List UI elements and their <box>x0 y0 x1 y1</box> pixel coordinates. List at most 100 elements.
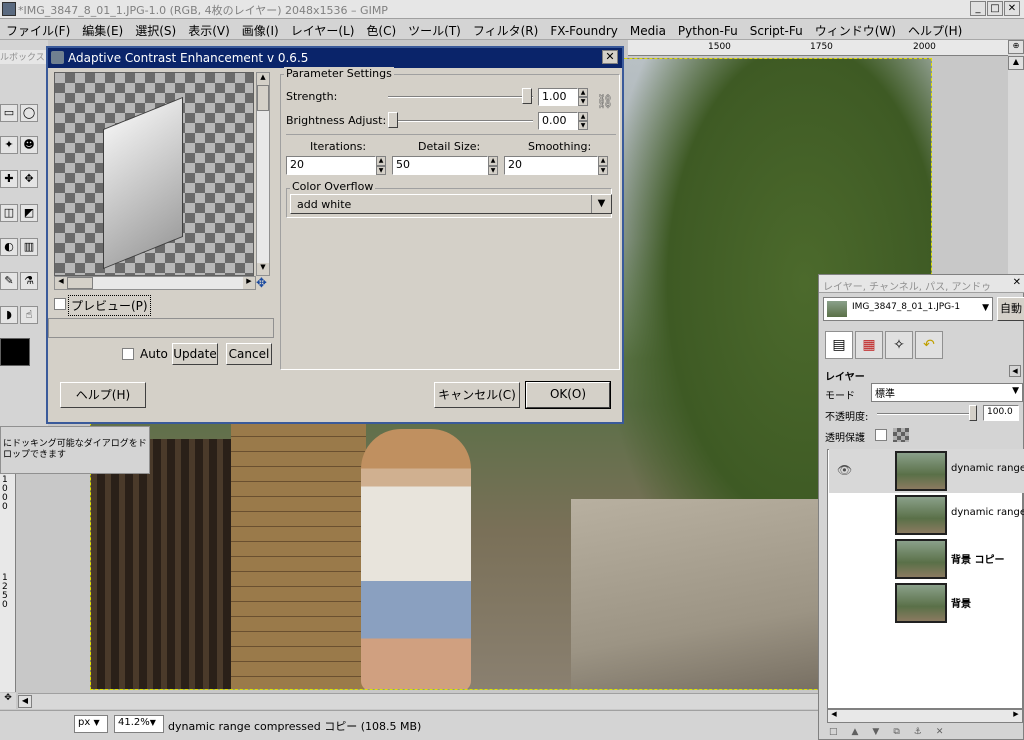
iterations-spin-up-icon[interactable]: ▲ <box>376 156 386 166</box>
blend-tool-icon[interactable]: ▥ <box>20 238 38 256</box>
rect-select-tool-icon[interactable]: ▭ <box>0 104 18 122</box>
smudge-tool-icon[interactable]: ☝ <box>20 306 38 324</box>
smoothing-spin-up-icon[interactable]: ▲ <box>598 156 608 166</box>
layer-actions-icons[interactable]: □▲▼⧉⚓✕ <box>829 727 1019 739</box>
chain-link-icon[interactable]: ⛓ <box>596 94 614 110</box>
preview-checkbox[interactable] <box>54 298 66 310</box>
image-select[interactable]: IMG_3847_8_01_1.JPG-1 ▼ <box>823 297 993 321</box>
opacity-slider-track[interactable] <box>877 413 977 415</box>
zoom-select[interactable]: 41.2%▼ <box>114 715 164 733</box>
move-tool-icon[interactable]: ✥ <box>20 170 38 188</box>
strength-slider-track[interactable] <box>388 96 533 98</box>
iterations-spin-down-icon[interactable]: ▼ <box>376 166 386 175</box>
opacity-input[interactable]: 100.0 <box>983 405 1019 421</box>
perspective-tool-icon[interactable]: ◩ <box>20 204 38 222</box>
scroll-right-icon[interactable]: ▶ <box>243 277 255 289</box>
menu-fx-foundry[interactable]: FX-Foundry <box>544 21 624 41</box>
strength-input[interactable]: 1.00 <box>538 88 578 106</box>
bucket-fill-tool-icon[interactable]: ◐ <box>0 238 18 256</box>
minimize-button[interactable]: _ <box>970 1 986 16</box>
brightness-input[interactable]: 0.00 <box>538 112 578 130</box>
layer-row[interactable]: 背景 <box>829 581 1024 625</box>
scroll-down-icon[interactable]: ▼ <box>257 263 269 275</box>
vertical-scrollbar[interactable]: ⊕ ▲ <box>1008 40 1024 280</box>
scroll-left-icon[interactable]: ◀ <box>18 695 32 708</box>
horizontal-ruler[interactable]: 1500 1750 2000 <box>628 40 1008 56</box>
tab-channels-icon[interactable]: ▦ <box>855 331 883 359</box>
menu-filters[interactable]: フィルタ(R) <box>467 19 544 42</box>
menu-windows[interactable]: ウィンドウ(W) <box>809 19 902 42</box>
help-button[interactable]: ヘルプ(H) <box>60 382 146 408</box>
strength-spin-down-icon[interactable]: ▼ <box>578 97 588 106</box>
detail-size-spin-down-icon[interactable]: ▼ <box>488 166 498 175</box>
cancel-button[interactable]: キャンセル(C) <box>434 382 520 408</box>
dialog-close-button[interactable]: ✕ <box>602 50 618 64</box>
scroll-up-icon[interactable]: ▲ <box>257 73 269 85</box>
smoothing-input[interactable]: 20 <box>504 156 598 175</box>
layer-row[interactable]: 背景 コピー <box>829 537 1024 581</box>
preview-vscroll[interactable]: ▲ ▼ <box>256 72 270 276</box>
canvas-hscroll[interactable]: ◀ <box>18 693 818 709</box>
auto-checkbox[interactable] <box>122 348 134 360</box>
scroll-thumb[interactable] <box>257 85 269 111</box>
menu-script-fu[interactable]: Script-Fu <box>744 21 809 41</box>
brightness-slider-thumb[interactable] <box>388 112 398 128</box>
auto-button[interactable]: 自動 <box>997 297 1024 321</box>
preview-label[interactable]: プレビュー(P) <box>68 295 151 316</box>
opacity-slider-thumb[interactable] <box>969 405 977 421</box>
smoothing-spin-down-icon[interactable]: ▼ <box>598 166 608 175</box>
vertical-ruler[interactable]: 1000 1250 <box>0 470 16 692</box>
layer-row[interactable]: 👁 dynamic range co <box>829 449 1024 493</box>
lock-alpha-checkbox[interactable] <box>875 429 887 441</box>
tab-paths-icon[interactable]: ✧ <box>885 331 913 359</box>
update-button[interactable]: Update <box>172 343 218 365</box>
menu-file[interactable]: ファイル(F) <box>0 19 76 42</box>
mode-select[interactable]: 標準 ▼ <box>871 383 1023 402</box>
menu-help[interactable]: ヘルプ(H) <box>902 19 968 42</box>
unit-select[interactable]: px ▼ <box>74 715 108 733</box>
detail-size-input[interactable]: 50 <box>392 156 488 175</box>
foreground-color-swatch[interactable] <box>0 338 30 366</box>
eye-icon[interactable]: 👁 <box>837 463 852 477</box>
scroll-thumb[interactable] <box>67 277 93 289</box>
ellipse-select-tool-icon[interactable]: ◯ <box>20 104 38 122</box>
foreground-select-tool-icon[interactable]: ☻ <box>20 136 38 154</box>
menu-layer[interactable]: レイヤー(L) <box>285 19 361 42</box>
menu-view[interactable]: 表示(V) <box>182 19 236 42</box>
detail-size-spin-up-icon[interactable]: ▲ <box>488 156 498 166</box>
layer-row[interactable]: dynamic range co <box>829 493 1024 537</box>
menu-python-fu[interactable]: Python-Fu <box>672 21 744 41</box>
ink-tool-icon[interactable]: ⚗ <box>20 272 38 290</box>
scroll-left-icon[interactable]: ◀ <box>55 277 67 289</box>
maximize-button[interactable]: □ <box>987 1 1003 16</box>
menu-edit[interactable]: 編集(E) <box>76 19 129 42</box>
fuzzy-select-tool-icon[interactable]: ✦ <box>0 136 18 154</box>
color-overflow-select[interactable]: add white ▼ <box>290 194 612 214</box>
preview-area[interactable] <box>54 72 254 276</box>
close-icon[interactable]: ✕ <box>1013 277 1021 288</box>
tab-layers-icon[interactable]: ▤ <box>825 331 853 359</box>
tab-undo-icon[interactable]: ↶ <box>915 331 943 359</box>
brightness-spin-up-icon[interactable]: ▲ <box>578 112 588 121</box>
strength-spin-up-icon[interactable]: ▲ <box>578 88 588 97</box>
ok-button[interactable]: OK(O) <box>525 381 611 409</box>
iterations-input[interactable]: 20 <box>286 156 376 175</box>
preview-hscroll[interactable]: ◀ ▶ <box>54 276 256 290</box>
dodge-tool-icon[interactable]: ◗ <box>0 306 18 324</box>
navigate-icon[interactable]: ✥ <box>0 693 16 709</box>
cancel-preview-button[interactable]: Cancel <box>226 343 272 365</box>
pencil-tool-icon[interactable]: ✎ <box>0 272 18 290</box>
navigate-icon[interactable]: ✥ <box>256 276 267 291</box>
menu-tools[interactable]: ツール(T) <box>402 19 467 42</box>
zoom-fit-icon[interactable]: ⊕ <box>1008 40 1024 54</box>
scroll-up-icon[interactable]: ▲ <box>1008 56 1024 70</box>
align-tool-icon[interactable]: ✚ <box>0 170 18 188</box>
scroll-left-icon[interactable]: ◀ <box>828 710 840 722</box>
strength-slider-thumb[interactable] <box>522 88 532 104</box>
panel-menu-icon[interactable]: ◀ <box>1009 365 1021 377</box>
menu-image[interactable]: 画像(I) <box>236 19 285 42</box>
scroll-right-icon[interactable]: ▶ <box>1010 710 1022 722</box>
menu-media[interactable]: Media <box>624 21 672 41</box>
crop-tool-icon[interactable]: ◫ <box>0 204 18 222</box>
layer-list-hscroll[interactable]: ◀ ▶ <box>827 709 1023 723</box>
